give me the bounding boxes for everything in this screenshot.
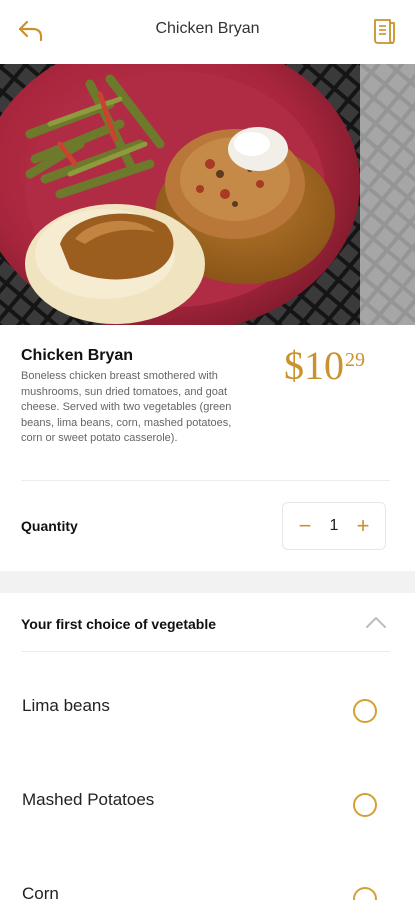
quantity-value: 1	[329, 517, 339, 534]
page-title: Chicken Bryan	[155, 20, 260, 37]
radio-button[interactable]	[353, 793, 377, 817]
dish-photo	[0, 64, 415, 325]
price-main: $10	[284, 343, 344, 388]
increment-button[interactable]: +	[351, 514, 375, 538]
price-cents: 29	[345, 349, 365, 371]
option-corn[interactable]: Corn	[0, 850, 415, 900]
quantity-label: Quantity	[21, 518, 78, 534]
receipt-icon	[374, 19, 395, 44]
vegetable-choice-title: Your first choice of vegetable	[21, 616, 217, 632]
option-lima-beans[interactable]: Lima beans	[0, 662, 415, 756]
quantity-stepper: − 1 +	[282, 502, 386, 550]
option-label: Lima beans	[22, 696, 110, 715]
item-name: Chicken Bryan	[21, 347, 134, 364]
option-label: Mashed Potatoes	[22, 790, 155, 809]
chevron-up-icon[interactable]	[364, 614, 388, 630]
radio-button[interactable]	[353, 699, 377, 723]
receipt-button[interactable]	[367, 14, 401, 48]
item-price: $10 29	[284, 343, 365, 389]
divider	[21, 480, 390, 481]
divider	[21, 651, 390, 652]
option-mashed-potatoes[interactable]: Mashed Potatoes	[0, 756, 415, 850]
item-description: Boneless chicken breast smothered with m…	[21, 370, 232, 444]
radio-button[interactable]	[353, 887, 377, 900]
option-label: Corn	[22, 884, 59, 900]
decrement-button[interactable]: −	[293, 514, 317, 538]
app-header: Chicken Bryan	[0, 0, 415, 64]
section-separator	[0, 571, 415, 593]
